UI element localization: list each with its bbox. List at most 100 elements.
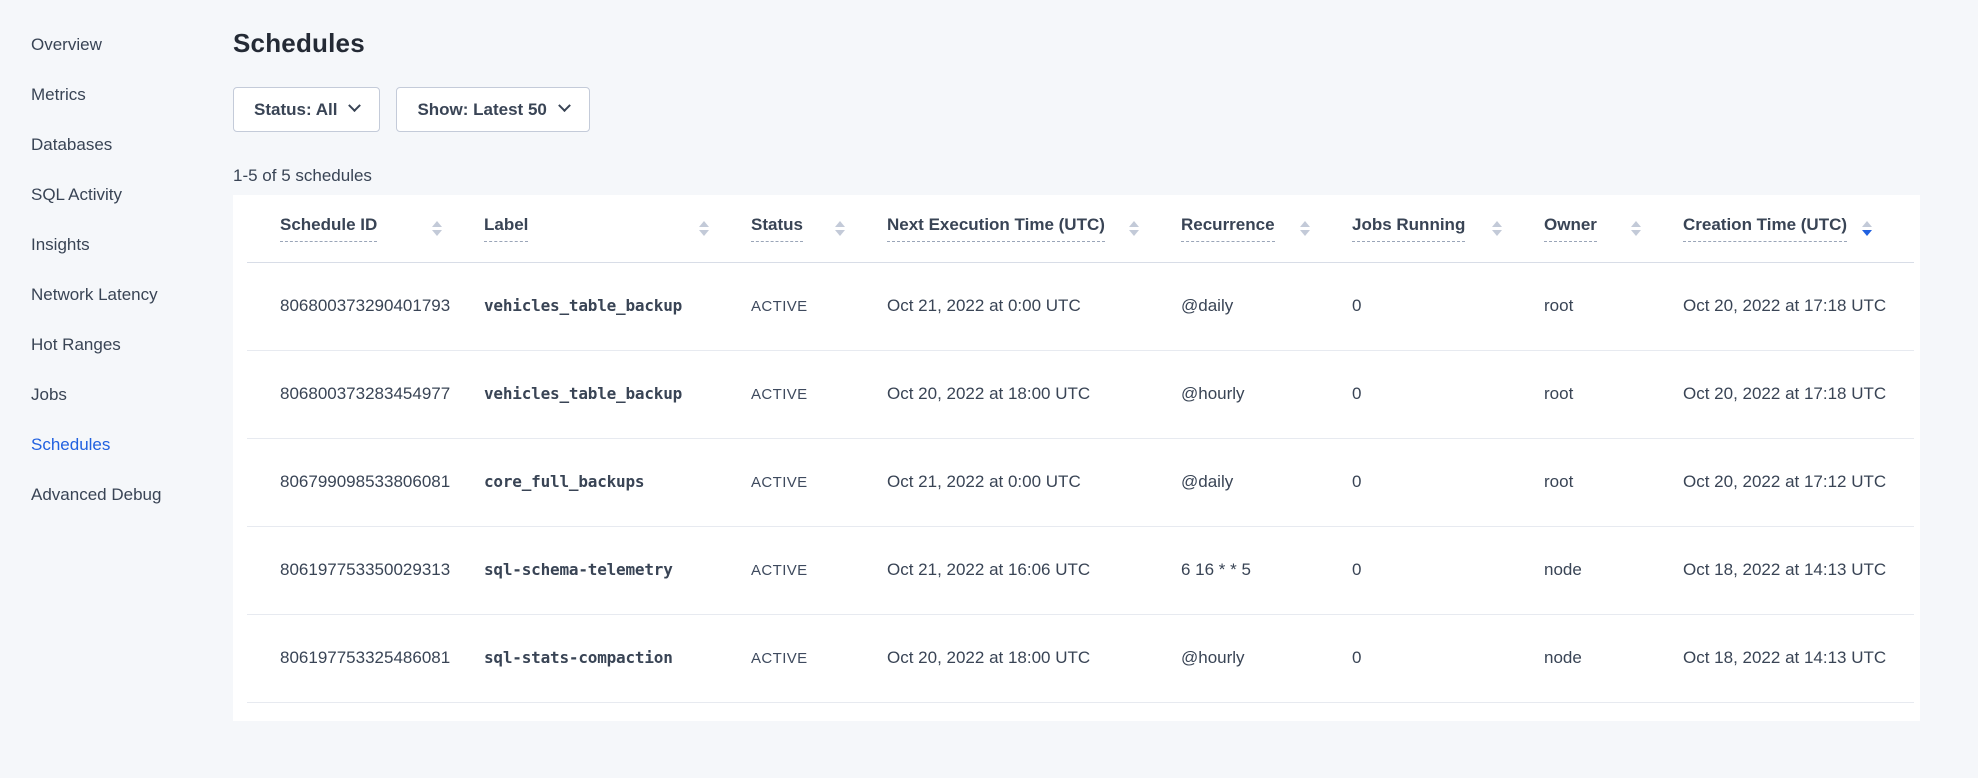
owner-cell: root xyxy=(1544,438,1683,526)
sort-up-arrow-icon xyxy=(835,221,845,227)
next-execution-cell: Oct 20, 2022 at 18:00 UTC xyxy=(887,614,1181,702)
jobs-running-cell: 0 xyxy=(1352,526,1544,614)
schedule-id-cell: 806800373290401793 xyxy=(247,262,484,350)
status-badge: ACTIVE xyxy=(751,386,808,403)
creation-time-cell: Oct 20, 2022 at 17:18 UTC xyxy=(1683,262,1914,350)
sidebar-item-label: Schedules xyxy=(31,435,110,455)
recurrence-cell: @hourly xyxy=(1181,350,1352,438)
table-header-row: Schedule ID Label xyxy=(247,195,1914,262)
status-filter-label: Status: All xyxy=(254,100,337,120)
column-header-label: Status xyxy=(751,215,803,242)
sort-up-arrow-icon xyxy=(1631,221,1641,227)
column-header-label: Next Execution Time (UTC) xyxy=(887,215,1105,242)
column-header[interactable]: Owner xyxy=(1544,195,1683,262)
sort-down-arrow-icon xyxy=(432,230,442,236)
schedule-id-cell: 806800373283454977 xyxy=(247,350,484,438)
jobs-running-cell: 0 xyxy=(1352,262,1544,350)
sort-arrows-icon xyxy=(1862,221,1872,236)
schedules-page: Overview Metrics Databases SQL Activity … xyxy=(0,0,1978,778)
creation-time-cell: Oct 18, 2022 at 14:13 UTC xyxy=(1683,526,1914,614)
results-count: 1-5 of 5 schedules xyxy=(233,166,1920,186)
next-execution-cell: Oct 21, 2022 at 0:00 UTC xyxy=(887,262,1181,350)
column-header[interactable]: Creation Time (UTC) xyxy=(1683,195,1914,262)
schedules-table-panel: Schedule ID Label xyxy=(233,195,1920,721)
owner-cell: node xyxy=(1544,614,1683,702)
column-header-label: Label xyxy=(484,215,528,242)
schedule-row[interactable]: 806800373283454977 vehicles_table_backup… xyxy=(247,350,1914,438)
sort-arrows-icon xyxy=(699,221,709,236)
sidebar-item[interactable]: Hot Ranges xyxy=(0,320,233,370)
status-filter-dropdown[interactable]: Status: All xyxy=(233,87,380,132)
show-filter-label: Show: Latest 50 xyxy=(417,100,546,120)
sort-arrows-icon xyxy=(1129,221,1139,236)
sidebar-item-label: Network Latency xyxy=(31,285,158,305)
next-execution-cell: Oct 21, 2022 at 0:00 UTC xyxy=(887,438,1181,526)
sidebar-item[interactable]: Metrics xyxy=(0,70,233,120)
sort-arrows-icon xyxy=(1300,221,1310,236)
sidebar-item[interactable]: Network Latency xyxy=(0,270,233,320)
sidebar-item-label: Insights xyxy=(31,235,90,255)
sidebar-nav: Overview Metrics Databases SQL Activity … xyxy=(0,0,233,778)
creation-time-cell: Oct 20, 2022 at 17:12 UTC xyxy=(1683,438,1914,526)
column-header-label: Owner xyxy=(1544,215,1597,242)
column-header[interactable]: Recurrence xyxy=(1181,195,1352,262)
chevron-down-icon xyxy=(349,99,362,112)
recurrence-cell: @hourly xyxy=(1181,614,1352,702)
sort-down-arrow-icon xyxy=(835,230,845,236)
creation-time-cell: Oct 20, 2022 at 17:18 UTC xyxy=(1683,350,1914,438)
schedule-label: vehicles_table_backup xyxy=(484,384,682,403)
sort-down-arrow-icon xyxy=(1862,230,1872,236)
sort-up-arrow-icon xyxy=(432,221,442,227)
sidebar-item[interactable]: Insights xyxy=(0,220,233,270)
column-header[interactable]: Label xyxy=(484,195,751,262)
sort-arrows-icon xyxy=(1492,221,1502,236)
sidebar-item-label: Overview xyxy=(31,35,102,55)
schedule-id: 806197753325486081 xyxy=(280,648,450,667)
show-filter-dropdown[interactable]: Show: Latest 50 xyxy=(396,87,589,132)
schedule-row[interactable]: 806197753325486081 sql-stats-compaction … xyxy=(247,614,1914,702)
column-header-label: Creation Time (UTC) xyxy=(1683,215,1847,242)
sort-down-arrow-icon xyxy=(1492,230,1502,236)
schedule-id: 806799098533806081 xyxy=(280,472,450,491)
chevron-down-icon xyxy=(558,99,571,112)
sidebar-item[interactable]: Schedules xyxy=(0,420,233,470)
recurrence-cell: @daily xyxy=(1181,262,1352,350)
schedule-row[interactable]: 806197753350029313 sql-schema-telemetry … xyxy=(247,526,1914,614)
sidebar-item[interactable]: Advanced Debug xyxy=(0,470,233,520)
column-header-label: Schedule ID xyxy=(280,215,377,242)
sort-arrows-icon xyxy=(1631,221,1641,236)
recurrence-cell: 6 16 * * 5 xyxy=(1181,526,1352,614)
label-cell: sql-stats-compaction xyxy=(484,614,751,702)
sidebar-item-label: Databases xyxy=(31,135,112,155)
sidebar-item[interactable]: Databases xyxy=(0,120,233,170)
sort-down-arrow-icon xyxy=(699,230,709,236)
jobs-running-cell: 0 xyxy=(1352,438,1544,526)
schedule-row[interactable]: 806799098533806081 core_full_backups ACT… xyxy=(247,438,1914,526)
column-header[interactable]: Schedule ID xyxy=(247,195,484,262)
column-header[interactable]: Jobs Running xyxy=(1352,195,1544,262)
column-header[interactable]: Status xyxy=(751,195,887,262)
schedule-row[interactable]: 806800373290401793 vehicles_table_backup… xyxy=(247,262,1914,350)
schedule-id: 806800373283454977 xyxy=(280,384,450,403)
owner-cell: root xyxy=(1544,262,1683,350)
sidebar-item-label: SQL Activity xyxy=(31,185,122,205)
filter-bar: Status: All Show: Latest 50 xyxy=(233,87,1920,132)
sidebar-item[interactable]: Overview xyxy=(0,20,233,70)
schedule-id-cell: 806799098533806081 xyxy=(247,438,484,526)
schedules-table: Schedule ID Label xyxy=(247,195,1914,703)
schedule-id: 806197753350029313 xyxy=(280,560,450,579)
sidebar-item-label: Hot Ranges xyxy=(31,335,121,355)
sort-up-arrow-icon xyxy=(1129,221,1139,227)
schedule-label: vehicles_table_backup xyxy=(484,296,682,315)
page-title: Schedules xyxy=(233,28,1920,59)
sort-up-arrow-icon xyxy=(1862,221,1872,227)
sort-up-arrow-icon xyxy=(1300,221,1310,227)
schedule-id-cell: 806197753350029313 xyxy=(247,526,484,614)
sidebar-item[interactable]: SQL Activity xyxy=(0,170,233,220)
main-content: Schedules Status: All Show: Latest 50 1-… xyxy=(233,0,1978,778)
label-cell: vehicles_table_backup xyxy=(484,262,751,350)
column-header[interactable]: Next Execution Time (UTC) xyxy=(887,195,1181,262)
sort-down-arrow-icon xyxy=(1300,230,1310,236)
sidebar-item[interactable]: Jobs xyxy=(0,370,233,420)
sort-up-arrow-icon xyxy=(699,221,709,227)
